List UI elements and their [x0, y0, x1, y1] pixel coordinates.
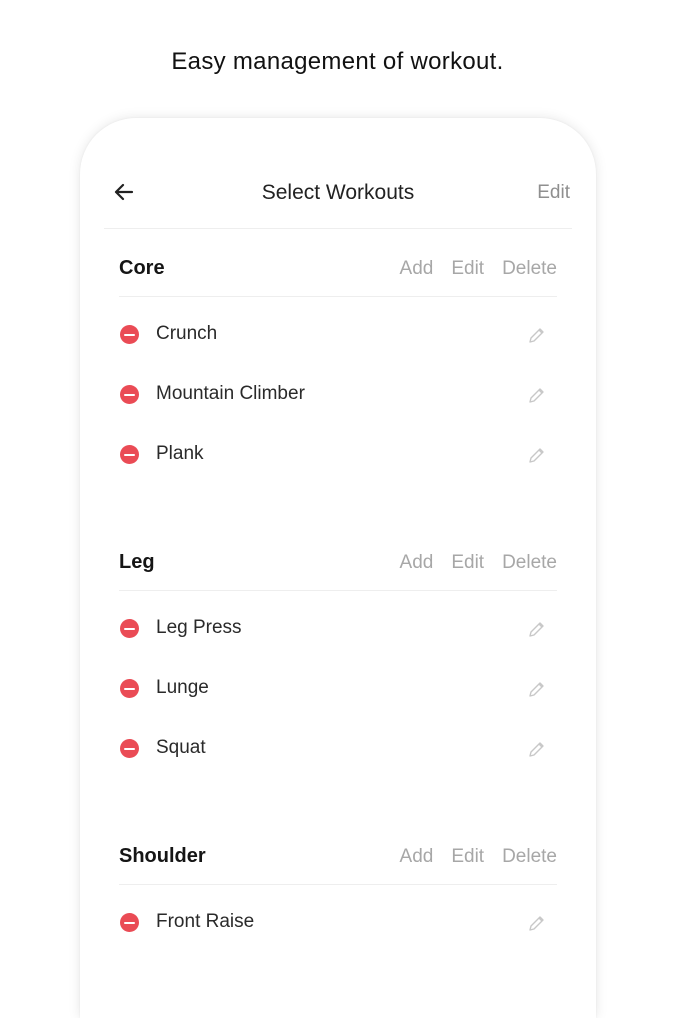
section-actions: Add Edit Delete: [400, 552, 557, 574]
edit-button[interactable]: Edit: [451, 846, 484, 868]
item-name: Plank: [156, 443, 204, 464]
section-header: Leg Add Edit Delete: [119, 534, 557, 591]
nav-bar: Select Workouts Edit: [104, 168, 572, 229]
workout-list: Core Add Edit Delete Crunch Mountain Cli…: [119, 240, 557, 1002]
section-title: Shoulder: [119, 845, 206, 867]
section-core: Core Add Edit Delete Crunch Mountain Cli…: [119, 240, 557, 485]
section-leg: Leg Add Edit Delete Leg Press Lunge Squa…: [119, 534, 557, 779]
section-actions: Add Edit Delete: [400, 258, 557, 280]
tagline: Easy management of workout.: [171, 48, 504, 75]
page-title: Select Workouts: [261, 181, 415, 204]
list-item[interactable]: Plank: [119, 425, 557, 485]
item-list: Leg Press Lunge Squat: [119, 591, 557, 779]
delete-button[interactable]: Delete: [502, 552, 557, 574]
remove-icon[interactable]: [120, 619, 139, 638]
phone-frame: Select Workouts Edit Core Add Edit Delet…: [80, 118, 596, 1018]
delete-button[interactable]: Delete: [502, 258, 557, 280]
list-item[interactable]: Squat: [119, 719, 557, 779]
remove-icon[interactable]: [120, 385, 139, 404]
item-name: Leg Press: [156, 617, 242, 638]
list-item[interactable]: Front Raise: [119, 893, 557, 953]
edit-button[interactable]: Edit: [451, 552, 484, 574]
item-name: Lunge: [156, 677, 209, 698]
item-name: Squat: [156, 737, 206, 758]
add-button[interactable]: Add: [400, 846, 434, 868]
add-button[interactable]: Add: [400, 552, 434, 574]
remove-icon[interactable]: [120, 679, 139, 698]
pencil-icon[interactable]: [527, 619, 547, 639]
item-name: Front Raise: [156, 911, 255, 932]
section-actions: Add Edit Delete: [400, 846, 557, 868]
remove-icon[interactable]: [120, 739, 139, 758]
item-name: Mountain Climber: [156, 383, 305, 404]
list-item[interactable]: Lunge: [119, 659, 557, 719]
pencil-icon[interactable]: [527, 679, 547, 699]
section-shoulder: Shoulder Add Edit Delete Front Raise: [119, 828, 557, 953]
pencil-icon[interactable]: [527, 913, 547, 933]
item-list: Crunch Mountain Climber Plank: [119, 297, 557, 485]
list-item[interactable]: Mountain Climber: [119, 365, 557, 425]
remove-icon[interactable]: [120, 445, 139, 464]
edit-button[interactable]: Edit: [451, 258, 484, 280]
nav-edit-button[interactable]: Edit: [537, 182, 570, 204]
section-title: Core: [119, 257, 165, 279]
remove-icon[interactable]: [120, 913, 139, 932]
section-header: Shoulder Add Edit Delete: [119, 828, 557, 885]
remove-icon[interactable]: [120, 325, 139, 344]
list-item[interactable]: Leg Press: [119, 599, 557, 659]
pencil-icon[interactable]: [527, 385, 547, 405]
list-item[interactable]: Crunch: [119, 305, 557, 365]
section-header: Core Add Edit Delete: [119, 240, 557, 297]
section-title: Leg: [119, 551, 155, 573]
item-list: Front Raise: [119, 885, 557, 953]
delete-button[interactable]: Delete: [502, 846, 557, 868]
pencil-icon[interactable]: [527, 739, 547, 759]
item-name: Crunch: [156, 323, 218, 344]
pencil-icon[interactable]: [527, 325, 547, 345]
add-button[interactable]: Add: [400, 258, 434, 280]
pencil-icon[interactable]: [527, 445, 547, 465]
